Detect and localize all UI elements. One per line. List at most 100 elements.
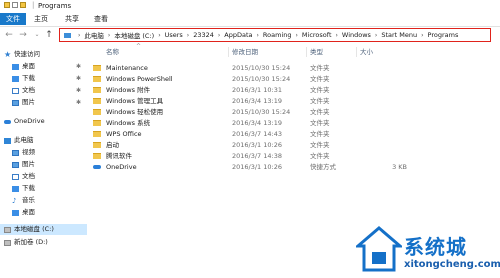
sidebar-item-label: 音乐 bbox=[22, 196, 35, 204]
watermark-url: xitongcheng.com bbox=[404, 259, 500, 270]
breadcrumb-item[interactable]: Start Menu bbox=[381, 31, 417, 39]
new-folder-icon[interactable] bbox=[20, 2, 26, 8]
folder-icon bbox=[93, 98, 101, 104]
file-name: 腾讯软件 bbox=[106, 152, 132, 160]
computer-icon bbox=[64, 32, 71, 38]
recent-locations-button[interactable]: ⌄ bbox=[32, 30, 42, 40]
sidebar-item-music[interactable]: ♪ 音乐 bbox=[0, 195, 87, 206]
computer-icon bbox=[4, 137, 11, 144]
file-date: 2016/3/7 14:43 bbox=[232, 130, 282, 138]
document-icon bbox=[12, 87, 19, 94]
column-divider[interactable] bbox=[228, 47, 229, 57]
file-row[interactable]: 启动 2016/3/1 10:26 文件夹 bbox=[90, 140, 500, 150]
sidebar-item-label: 本地磁盘 (C:) bbox=[14, 225, 54, 233]
window-title: Programs bbox=[38, 2, 72, 10]
file-row[interactable]: WPS Office 2016/3/7 14:43 文件夹 bbox=[90, 129, 500, 139]
column-header-name[interactable]: 名称 bbox=[106, 46, 119, 58]
file-row[interactable]: Windows PowerShell 2015/10/30 15:24 文件夹 bbox=[90, 74, 500, 84]
quick-access-toolbar bbox=[4, 2, 26, 8]
chevron-right-icon: › bbox=[295, 31, 298, 39]
file-date: 2015/10/30 15:24 bbox=[232, 108, 291, 116]
file-row[interactable]: 腾讯软件 2016/3/7 14:38 文件夹 bbox=[90, 151, 500, 161]
properties-icon[interactable] bbox=[12, 2, 18, 8]
sidebar-item-documents[interactable]: 文档 ✱ bbox=[0, 85, 87, 96]
sidebar-item-documents-pc[interactable]: 文档 bbox=[0, 171, 87, 182]
chevron-right-icon: › bbox=[158, 31, 161, 39]
sidebar-item-pictures[interactable]: 图片 ✱ bbox=[0, 97, 87, 108]
up-button[interactable]: ↑ bbox=[44, 30, 54, 40]
sidebar-item-drive-d[interactable]: 新加卷 (D:) bbox=[0, 237, 87, 248]
drive-icon bbox=[4, 239, 11, 246]
breadcrumb-item[interactable]: 23324 bbox=[193, 31, 214, 39]
sidebar-item-quick-access[interactable]: ★ 快速访问 bbox=[0, 49, 87, 60]
folder-icon bbox=[93, 120, 101, 126]
tab-view[interactable]: 查看 bbox=[94, 14, 108, 25]
breadcrumb-item[interactable]: Windows bbox=[342, 31, 371, 39]
file-type: 快捷方式 bbox=[310, 163, 336, 171]
breadcrumb-item[interactable]: AppData bbox=[224, 31, 252, 39]
back-button[interactable]: ← bbox=[4, 30, 14, 40]
cloud-icon bbox=[93, 165, 101, 169]
file-date: 2016/3/4 13:19 bbox=[232, 119, 282, 127]
file-row[interactable]: Windows 轻松使用 2015/10/30 15:24 文件夹 bbox=[90, 107, 500, 117]
pin-icon[interactable]: ✱ bbox=[76, 61, 81, 72]
tab-file[interactable]: 文件 bbox=[0, 13, 26, 25]
forward-button[interactable]: → bbox=[18, 30, 28, 40]
file-type: 文件夹 bbox=[310, 152, 330, 160]
column-divider[interactable] bbox=[356, 47, 357, 57]
sidebar-item-desktop[interactable]: 桌面 ✱ bbox=[0, 61, 87, 72]
breadcrumb-item[interactable]: Roaming bbox=[263, 31, 292, 39]
breadcrumb-item[interactable]: Programs bbox=[428, 31, 459, 39]
sidebar-item-label: 桌面 bbox=[22, 208, 35, 216]
file-name: Windows 轻松使用 bbox=[106, 108, 164, 116]
file-row[interactable]: Windows 系统 2016/3/4 13:19 文件夹 bbox=[90, 118, 500, 128]
file-row[interactable]: Windows 管理工具 2016/3/4 13:19 文件夹 bbox=[90, 96, 500, 106]
file-type: 文件夹 bbox=[310, 75, 330, 83]
arrow-up-icon: ↑ bbox=[45, 30, 53, 40]
breadcrumb-item[interactable]: Users bbox=[165, 31, 183, 39]
file-date: 2016/3/1 10:26 bbox=[232, 163, 282, 171]
file-date: 2015/10/30 15:24 bbox=[232, 64, 291, 72]
chevron-right-icon: › bbox=[217, 31, 221, 39]
address-bar[interactable]: › 此电脑 › 本地磁盘 (C:) › Users › 23324 › AppD… bbox=[59, 28, 491, 42]
sidebar-item-label: 文档 bbox=[22, 86, 35, 94]
sidebar-item-pictures-pc[interactable]: 图片 bbox=[0, 159, 87, 170]
chevron-right-icon: › bbox=[186, 31, 190, 39]
breadcrumb-item[interactable]: 本地磁盘 (C:) bbox=[114, 30, 154, 40]
file-row[interactable]: Maintenance 2015/10/30 15:24 文件夹 bbox=[90, 63, 500, 73]
file-date: 2015/10/30 15:24 bbox=[232, 75, 291, 83]
tab-share[interactable]: 共享 bbox=[65, 14, 79, 25]
breadcrumb-item[interactable]: Microsoft bbox=[302, 31, 332, 39]
sidebar-item-label: 图片 bbox=[22, 98, 35, 106]
file-name: Windows 附件 bbox=[106, 86, 151, 94]
sidebar-item-onedrive[interactable]: OneDrive bbox=[0, 116, 87, 127]
sidebar-item-downloads-pc[interactable]: 下载 bbox=[0, 183, 87, 194]
breadcrumb-item[interactable]: 此电脑 bbox=[84, 30, 104, 40]
pin-icon[interactable]: ✱ bbox=[76, 97, 81, 108]
file-name: 启动 bbox=[106, 141, 119, 149]
file-row[interactable]: Windows 附件 2016/3/1 10:31 文件夹 bbox=[90, 85, 500, 95]
sidebar-item-label: 视频 bbox=[22, 148, 35, 156]
column-header-size[interactable]: 大小 bbox=[360, 46, 373, 58]
sidebar-item-desktop-pc[interactable]: 桌面 bbox=[0, 207, 87, 218]
sidebar-item-videos[interactable]: 视频 bbox=[0, 147, 87, 158]
pin-icon[interactable]: ✱ bbox=[76, 73, 81, 84]
chevron-right-icon: › bbox=[335, 31, 338, 39]
file-type: 文件夹 bbox=[310, 130, 330, 138]
sidebar-item-drive-c[interactable]: 本地磁盘 (C:) bbox=[0, 224, 87, 235]
file-name: OneDrive bbox=[106, 163, 137, 171]
tab-home[interactable]: 主页 bbox=[34, 14, 48, 25]
column-header-date[interactable]: 修改日期 bbox=[232, 46, 258, 58]
pin-icon[interactable]: ✱ bbox=[76, 85, 81, 96]
sidebar-item-downloads[interactable]: 下载 ✱ bbox=[0, 73, 87, 84]
column-divider[interactable] bbox=[306, 47, 307, 57]
sidebar-item-this-pc[interactable]: 此电脑 bbox=[0, 135, 87, 146]
sidebar-item-label: 此电脑 bbox=[14, 136, 34, 144]
file-row[interactable]: OneDrive 2016/3/1 10:26 快捷方式 3 KB bbox=[90, 162, 500, 172]
column-header-type[interactable]: 类型 bbox=[310, 46, 323, 58]
folder-icon bbox=[93, 87, 101, 93]
folder-icon bbox=[93, 153, 101, 159]
desktop-icon bbox=[12, 209, 19, 216]
file-name: Windows PowerShell bbox=[106, 75, 173, 83]
folder-icon bbox=[93, 109, 101, 115]
